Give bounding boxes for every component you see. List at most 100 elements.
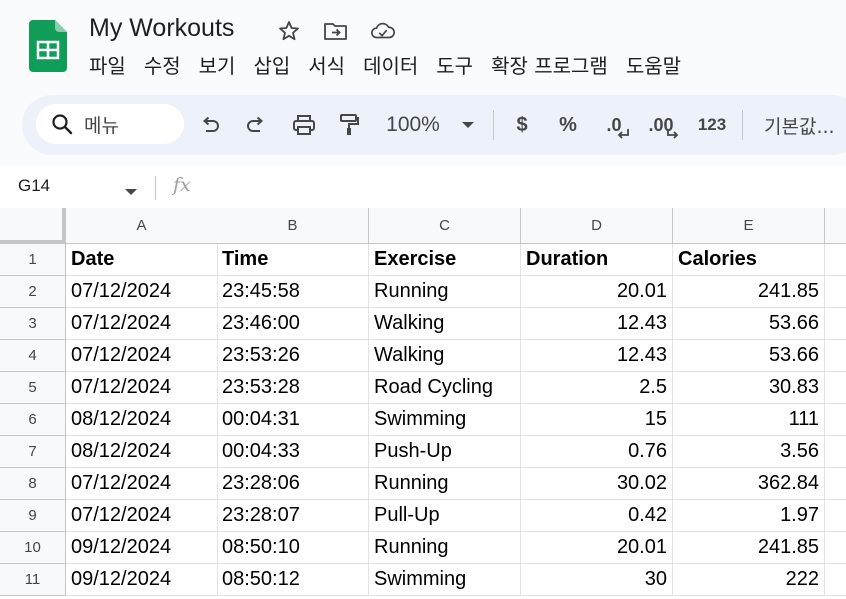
cell-e1[interactable]: Calories: [673, 244, 825, 276]
row-header-6[interactable]: 6: [0, 404, 66, 436]
print-icon[interactable]: [288, 108, 320, 142]
cell-a10[interactable]: 09/12/2024: [66, 532, 218, 564]
cell-partial[interactable]: [825, 276, 846, 308]
cell-e11[interactable]: 222: [673, 564, 825, 596]
cell-e7[interactable]: 3.56: [673, 436, 825, 468]
cell-a3[interactable]: 07/12/2024: [66, 308, 218, 340]
cell-partial[interactable]: [825, 436, 846, 468]
cell-e8[interactable]: 362.84: [673, 468, 825, 500]
cell-a7[interactable]: 08/12/2024: [66, 436, 218, 468]
cloud-saved-icon[interactable]: [370, 18, 396, 44]
cell-e3[interactable]: 53.66: [673, 308, 825, 340]
zoom-select[interactable]: 100%: [380, 108, 446, 142]
menu-tools[interactable]: 도구: [427, 52, 482, 80]
cell-c8[interactable]: Running: [369, 468, 521, 500]
cell-c11[interactable]: Swimming: [369, 564, 521, 596]
cell-c2[interactable]: Running: [369, 276, 521, 308]
menu-view[interactable]: 보기: [190, 52, 245, 80]
paint-format-icon[interactable]: [334, 108, 364, 142]
cell-e4[interactable]: 53.66: [673, 340, 825, 372]
undo-icon[interactable]: [196, 108, 224, 142]
document-title[interactable]: My Workouts: [89, 14, 234, 43]
cell-c4[interactable]: Walking: [369, 340, 521, 372]
cell-c9[interactable]: Pull-Up: [369, 500, 521, 532]
cell-b7[interactable]: 00:04:33: [217, 436, 369, 468]
menu-insert[interactable]: 삽입: [244, 52, 299, 80]
currency-format-button[interactable]: $: [508, 108, 536, 142]
move-to-folder-icon[interactable]: [323, 18, 349, 44]
row-header-3[interactable]: 3: [0, 308, 66, 340]
cell-d7[interactable]: 0.76: [521, 436, 673, 468]
cell-partial[interactable]: [825, 244, 846, 276]
row-header-8[interactable]: 8: [0, 468, 66, 500]
cell-b3[interactable]: 23:46:00: [217, 308, 369, 340]
cell-partial[interactable]: [825, 340, 846, 372]
column-header-d[interactable]: D: [521, 208, 673, 244]
row-header-2[interactable]: 2: [0, 276, 66, 308]
decrease-decimal-button[interactable]: .0: [600, 108, 636, 142]
row-header-11[interactable]: 11: [0, 564, 66, 596]
cell-partial[interactable]: [825, 372, 846, 404]
column-header-partial[interactable]: [825, 208, 846, 244]
cell-d9[interactable]: 0.42: [521, 500, 673, 532]
cell-a5[interactable]: 07/12/2024: [66, 372, 218, 404]
menu-file[interactable]: 파일: [80, 52, 135, 80]
cell-partial[interactable]: [825, 308, 846, 340]
increase-decimal-button[interactable]: .00: [646, 108, 682, 142]
cell-d10[interactable]: 20.01: [521, 532, 673, 564]
cell-b4[interactable]: 23:53:26: [217, 340, 369, 372]
column-header-a[interactable]: A: [66, 208, 218, 244]
row-header-9[interactable]: 9: [0, 500, 66, 532]
cell-e2[interactable]: 241.85: [673, 276, 825, 308]
cell-c6[interactable]: Swimming: [369, 404, 521, 436]
cell-e5[interactable]: 30.83: [673, 372, 825, 404]
cell-partial[interactable]: [825, 500, 846, 532]
column-header-c[interactable]: C: [369, 208, 521, 244]
cell-b8[interactable]: 23:28:06: [217, 468, 369, 500]
cell-b9[interactable]: 23:28:07: [217, 500, 369, 532]
redo-icon[interactable]: [242, 108, 270, 142]
cell-c5[interactable]: Road Cycling: [369, 372, 521, 404]
cell-b2[interactable]: 23:45:58: [217, 276, 369, 308]
column-header-b[interactable]: B: [217, 208, 369, 244]
row-header-1[interactable]: 1: [0, 244, 66, 276]
google-sheets-logo-icon[interactable]: [29, 20, 67, 72]
menu-data[interactable]: 데이터: [354, 52, 427, 80]
more-formats-button[interactable]: 123: [694, 108, 730, 142]
cell-c10[interactable]: Running: [369, 532, 521, 564]
cell-e10[interactable]: 241.85: [673, 532, 825, 564]
cell-a2[interactable]: 07/12/2024: [66, 276, 218, 308]
font-select[interactable]: 기본값...: [764, 108, 846, 142]
select-all-corner[interactable]: [0, 208, 66, 244]
cell-partial[interactable]: [825, 532, 846, 564]
cell-d2[interactable]: 20.01: [521, 276, 673, 308]
percent-format-button[interactable]: %: [554, 108, 582, 142]
row-header-10[interactable]: 10: [0, 532, 66, 564]
menu-format[interactable]: 서식: [299, 52, 354, 80]
cell-b1[interactable]: Time: [217, 244, 369, 276]
cell-d6[interactable]: 15: [521, 404, 673, 436]
cell-e6[interactable]: 111: [673, 404, 825, 436]
cell-b11[interactable]: 08:50:12: [217, 564, 369, 596]
name-box[interactable]: G14: [18, 176, 50, 196]
cell-a9[interactable]: 07/12/2024: [66, 500, 218, 532]
cell-a6[interactable]: 08/12/2024: [66, 404, 218, 436]
menu-extensions[interactable]: 확장 프로그램: [482, 52, 617, 80]
cell-d1[interactable]: Duration: [521, 244, 673, 276]
cell-a4[interactable]: 07/12/2024: [66, 340, 218, 372]
cell-d5[interactable]: 2.5: [521, 372, 673, 404]
cell-d4[interactable]: 12.43: [521, 340, 673, 372]
cell-d8[interactable]: 30.02: [521, 468, 673, 500]
cell-partial[interactable]: [825, 404, 846, 436]
cell-partial[interactable]: [825, 468, 846, 500]
cell-c1[interactable]: Exercise: [369, 244, 521, 276]
cell-a11[interactable]: 09/12/2024: [66, 564, 218, 596]
row-header-4[interactable]: 4: [0, 340, 66, 372]
cell-c3[interactable]: Walking: [369, 308, 521, 340]
cell-a1[interactable]: Date: [66, 244, 218, 276]
menu-help[interactable]: 도움말: [617, 52, 690, 80]
star-icon[interactable]: [276, 18, 302, 44]
cell-partial[interactable]: [825, 564, 846, 596]
zoom-dropdown-chevron-icon[interactable]: [456, 108, 480, 142]
row-header-7[interactable]: 7: [0, 436, 66, 468]
